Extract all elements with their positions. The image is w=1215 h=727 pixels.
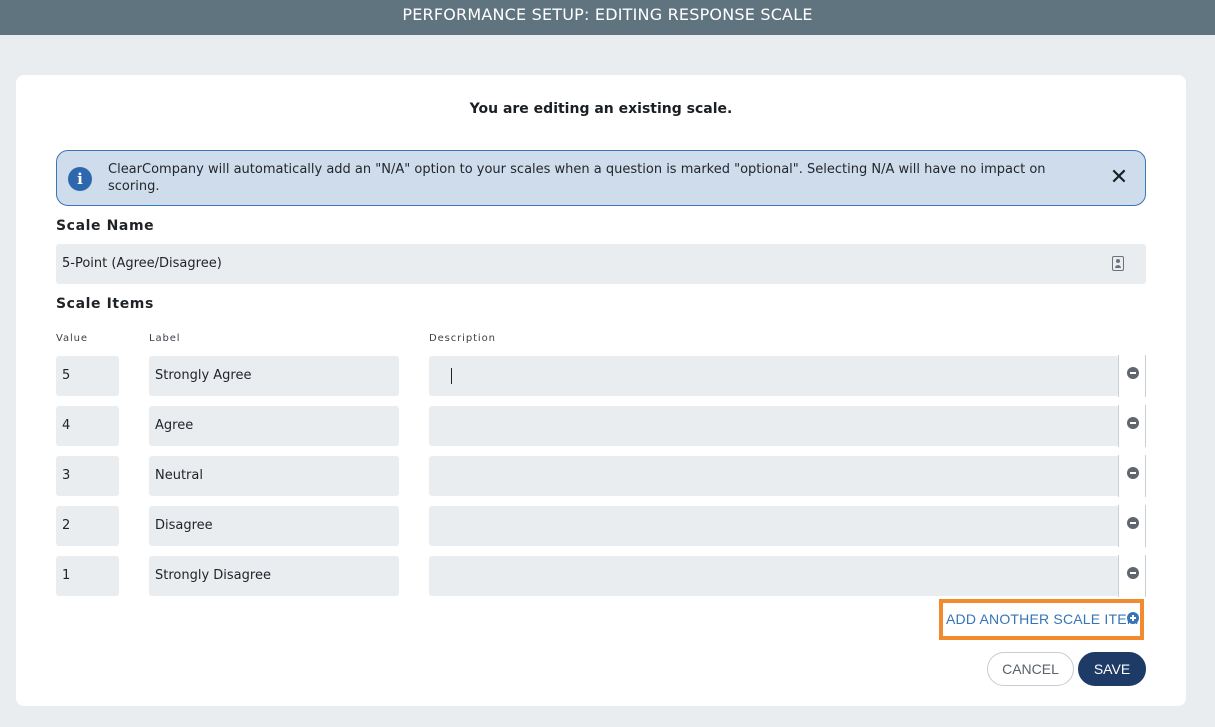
info-banner: i ClearCompany will automatically add an…	[56, 150, 1146, 206]
scale-item-description-input[interactable]	[429, 356, 1119, 396]
close-icon[interactable]: ✕	[1109, 167, 1129, 189]
contact-card-icon	[1112, 256, 1124, 271]
scale-item-description-input[interactable]	[429, 506, 1119, 546]
text-cursor	[451, 368, 452, 384]
remove-scale-item-button[interactable]	[1118, 455, 1146, 497]
minus-circle-icon	[1127, 367, 1139, 379]
add-scale-item-label: ADD ANOTHER SCALE ITEM	[946, 611, 1139, 627]
scale-item-description-input[interactable]	[429, 456, 1119, 496]
column-header-label: Label	[149, 333, 181, 344]
scale-item-value-input[interactable]: 2	[56, 506, 119, 546]
minus-circle-icon	[1127, 567, 1139, 579]
scale-item-row: 2 Disagree	[56, 505, 1146, 547]
scale-editor-card: You are editing an existing scale. i Cle…	[16, 75, 1186, 706]
scale-item-label-input[interactable]: Disagree	[149, 506, 399, 546]
cancel-button[interactable]: CANCEL	[987, 652, 1074, 686]
scale-item-description-input[interactable]	[429, 556, 1119, 596]
scale-name-label: Scale Name	[56, 218, 155, 234]
column-header-value: Value	[56, 333, 88, 344]
plus-circle-icon	[1127, 612, 1139, 624]
add-scale-item-button[interactable]: ADD ANOTHER SCALE ITEM	[939, 599, 1144, 640]
remove-scale-item-button[interactable]	[1118, 505, 1146, 547]
scale-item-row: 3 Neutral	[56, 455, 1146, 497]
scale-item-row: 5 Strongly Agree	[56, 355, 1146, 397]
page-header: PERFORMANCE SETUP: EDITING RESPONSE SCAL…	[0, 0, 1215, 35]
info-banner-text: ClearCompany will automatically add an "…	[108, 162, 1046, 194]
minus-circle-icon	[1127, 417, 1139, 429]
scale-name-input[interactable]: 5-Point (Agree/Disagree)	[56, 244, 1146, 284]
scale-item-label-input[interactable]: Agree	[149, 406, 399, 446]
remove-scale-item-button[interactable]	[1118, 405, 1146, 447]
page-title: PERFORMANCE SETUP: EDITING RESPONSE SCAL…	[402, 5, 813, 24]
scale-item-description-input[interactable]	[429, 406, 1119, 446]
save-button[interactable]: SAVE	[1078, 652, 1146, 686]
scale-item-value-input[interactable]: 1	[56, 556, 119, 596]
scale-item-value-input[interactable]: 4	[56, 406, 119, 446]
editing-notice: You are editing an existing scale.	[469, 101, 733, 117]
scale-item-label-input[interactable]: Strongly Agree	[149, 356, 399, 396]
column-header-description: Description	[429, 333, 496, 344]
scale-item-row: 4 Agree	[56, 405, 1146, 447]
minus-circle-icon	[1127, 467, 1139, 479]
minus-circle-icon	[1127, 517, 1139, 529]
info-icon: i	[68, 167, 92, 191]
scale-item-value-input[interactable]: 3	[56, 456, 119, 496]
remove-scale-item-button[interactable]	[1118, 355, 1146, 397]
scale-item-label-input[interactable]: Neutral	[149, 456, 399, 496]
scale-item-label-input[interactable]: Strongly Disagree	[149, 556, 399, 596]
scale-items-label: Scale Items	[56, 296, 154, 312]
scale-item-row: 1 Strongly Disagree	[56, 555, 1146, 597]
scale-item-value-input[interactable]: 5	[56, 356, 119, 396]
remove-scale-item-button[interactable]	[1118, 555, 1146, 597]
scale-name-value: 5-Point (Agree/Disagree)	[62, 256, 222, 271]
